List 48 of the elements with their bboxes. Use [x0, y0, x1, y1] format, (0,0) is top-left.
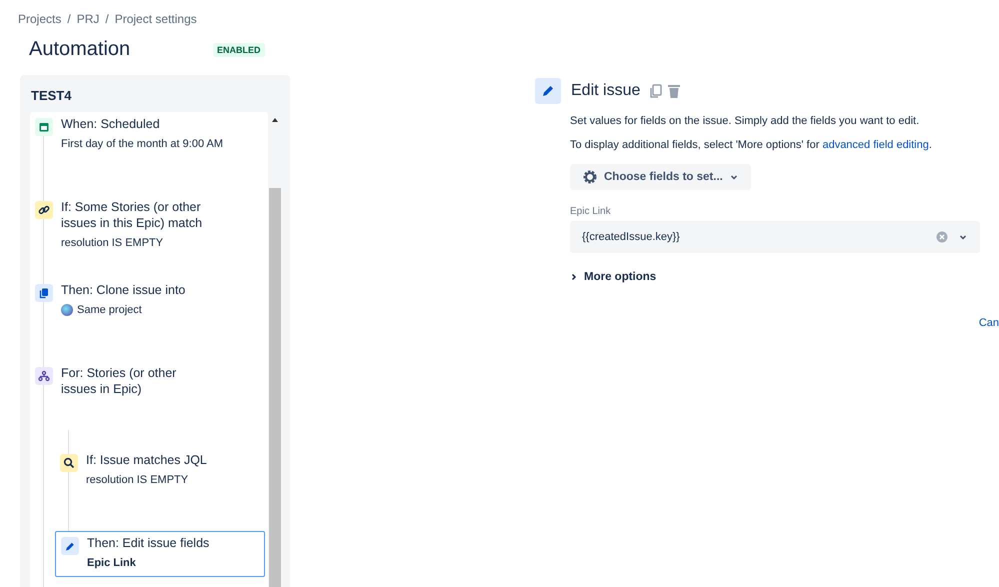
choose-fields-button[interactable]: Choose fields to set... [570, 164, 751, 190]
breadcrumb-separator: / [105, 12, 109, 26]
breadcrumb-link[interactable]: Project settings [114, 12, 197, 26]
tree-icon [35, 367, 53, 385]
cancel-link[interactable]: Can [978, 317, 999, 329]
component-title: Then: Edit issue fields [87, 535, 210, 551]
status-lozenge: ENABLED [213, 42, 265, 56]
copy-icon [35, 284, 53, 302]
chevron-right-icon [570, 273, 578, 281]
rule-component[interactable]: If: Issue matches JQL resolution IS EMPTY [55, 448, 265, 531]
editor-title: Edit issue [571, 82, 640, 100]
advanced-editing-link[interactable]: advanced field editing [822, 139, 929, 151]
breadcrumb-link[interactable]: Projects [18, 12, 62, 26]
scrollbar-thumb[interactable] [269, 188, 281, 587]
link-icon [35, 201, 53, 219]
epic-link-select[interactable]: {{createdIssue.key}} [570, 221, 980, 253]
clear-icon[interactable] [936, 231, 948, 243]
component-detail: First day of the month at 9:00 AM [61, 138, 224, 150]
more-options-toggle[interactable]: More options [570, 271, 656, 283]
calendar-icon [35, 118, 53, 136]
page-title: Automation [29, 38, 132, 61]
component-detail: Epic Link [87, 557, 136, 569]
component-detail: Same project [77, 304, 142, 316]
hint-text: To display additional fields, select 'More options' for advanced field editing. [570, 138, 933, 152]
rule-component[interactable]: If: Some Stories (or other issues in this Epic) match resolution IS EMPTY [30, 199, 268, 282]
pencil-icon [535, 78, 561, 104]
component-detail: resolution IS EMPTY [61, 237, 164, 249]
breadcrumb-link[interactable]: PRJ [76, 12, 100, 26]
gear-icon [582, 169, 598, 185]
rule-name: TEST4 [30, 87, 72, 105]
component-title: When: Scheduled [61, 116, 161, 132]
rule-component[interactable]: Then: Clone issue into Same project [30, 282, 268, 365]
trash-icon[interactable] [668, 84, 680, 98]
component-title: Then: Clone issue into [61, 282, 186, 298]
scroll-up-icon[interactable] [272, 118, 278, 122]
pencil-icon [61, 537, 79, 555]
rule-component[interactable]: Then: Edit issue fields Epic Link [55, 531, 265, 577]
component-title: If: Issue matches JQL [86, 452, 208, 468]
rule-component[interactable]: For: Stories (or other issues in Epic) [30, 365, 268, 448]
search-icon [60, 454, 78, 472]
component-title: If: Some Stories (or other issues in this Epic) match [61, 199, 204, 231]
rule-component[interactable]: When: Scheduled First day of the month at 9:00 AM [30, 116, 268, 199]
copy-icon[interactable] [650, 84, 662, 98]
field-label: Epic Link [570, 206, 612, 217]
component-title: For: Stories (or other issues in Epic) [61, 365, 178, 397]
breadcrumb-separator: / [67, 12, 71, 26]
description-text: Set values for fields on the issue. Simply add the fields you want to edit. [570, 114, 920, 128]
component-detail: resolution IS EMPTY [86, 474, 188, 486]
